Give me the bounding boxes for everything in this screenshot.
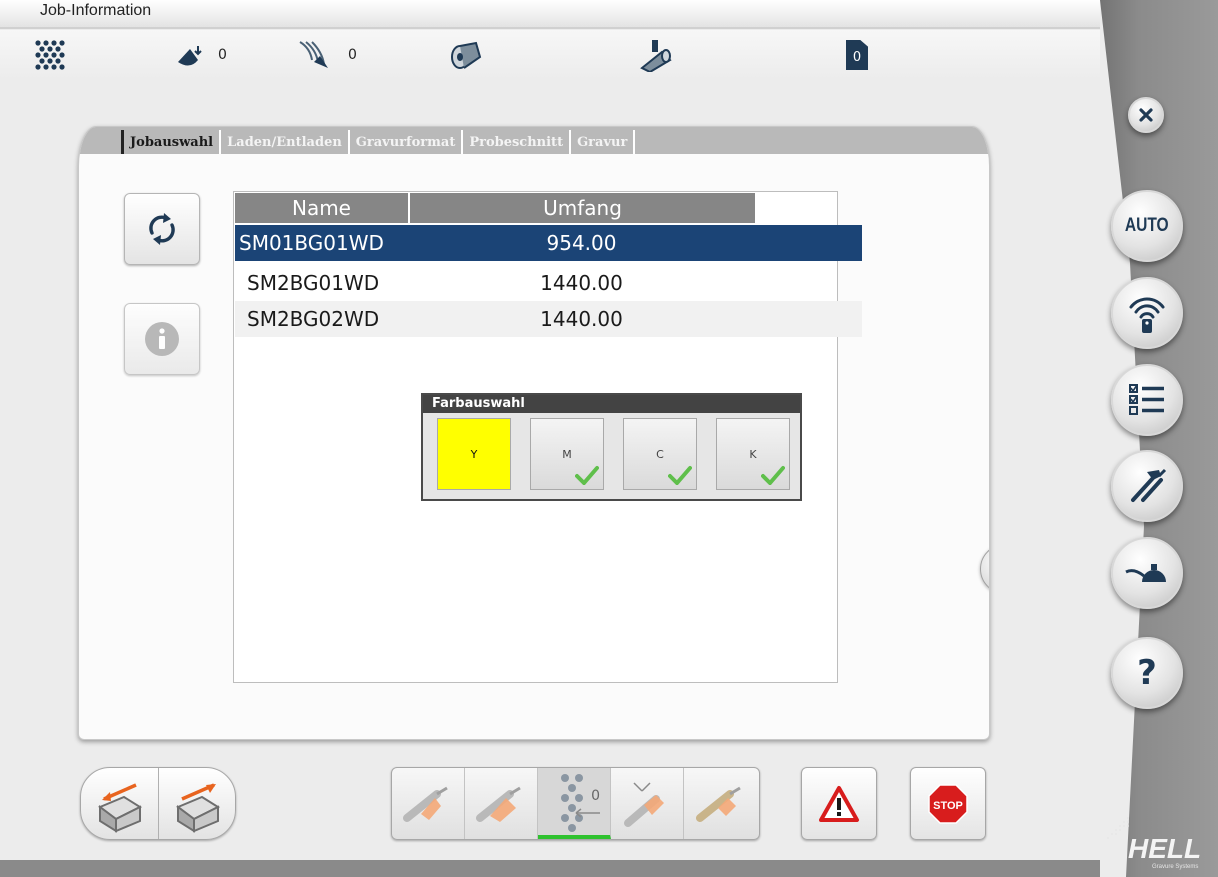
remote-button[interactable]	[1111, 277, 1183, 349]
table-row[interactable]: SM01BG01WD 954.00	[235, 225, 862, 261]
process-step-5[interactable]	[684, 768, 757, 839]
process-step-2[interactable]	[465, 768, 538, 839]
tools-icon	[1131, 468, 1167, 502]
stylus-cut-icon	[299, 41, 328, 68]
info-button[interactable]	[124, 303, 200, 375]
job-selection-panel: Jobauswahl Laden/Entladen Gravurformat P…	[78, 126, 990, 740]
process-step-3[interactable]: 0	[538, 768, 611, 839]
lubrication-button[interactable]	[1111, 537, 1183, 609]
job-umfang: 1440.00	[540, 307, 623, 331]
refresh-icon	[149, 213, 175, 245]
oil-can-icon	[1125, 564, 1166, 582]
screen-pattern-icon	[561, 773, 583, 832]
bottom-edge	[0, 860, 1100, 877]
tools-button[interactable]	[1111, 450, 1183, 522]
color-option-label: M	[562, 447, 572, 461]
process-counter: 0	[591, 788, 600, 804]
refresh-button[interactable]	[124, 193, 200, 265]
color-option-label: Y	[470, 447, 478, 461]
checklist-button[interactable]	[1111, 364, 1183, 436]
screen-pattern-icon	[34, 30, 68, 80]
column-header-umfang[interactable]: Umfang	[410, 193, 755, 223]
title-bar: Job-Information	[0, 0, 1100, 28]
tab-gravurformat[interactable]: Gravurformat	[347, 130, 462, 154]
color-option-m[interactable]: M	[530, 418, 604, 490]
job-name: SM2BG01WD	[247, 271, 380, 295]
header-divider	[408, 193, 410, 223]
load-cylinder-button[interactable]	[159, 768, 235, 839]
process-step-4[interactable]	[611, 768, 684, 839]
close-icon	[1139, 108, 1153, 122]
title-divider	[0, 27, 1100, 29]
tab-gravur[interactable]: Gravur	[569, 130, 636, 154]
tab-bar: Jobauswahl Laden/Entladen Gravurformat P…	[79, 127, 989, 154]
unload-cylinder-icon	[98, 782, 143, 833]
load-cylinder-icon	[176, 782, 221, 833]
auto-button[interactable]: AUTO	[1111, 190, 1183, 262]
checkmark-icon	[668, 466, 692, 485]
stop-label: STOP	[933, 800, 963, 812]
checkmark-icon	[575, 466, 599, 485]
stylus-value: 0	[348, 47, 357, 63]
close-button[interactable]	[1128, 97, 1164, 133]
color-option-k[interactable]: K	[716, 418, 790, 490]
job-umfang: 1440.00	[540, 271, 623, 295]
warning-button[interactable]	[801, 767, 877, 840]
job-name: SM01BG01WD	[239, 231, 384, 255]
cylinder-load-group	[80, 767, 236, 840]
status-bar: 0 0 0	[0, 30, 1100, 80]
table-row[interactable]: SM2BG02WD 1440.00	[235, 301, 862, 337]
stylus-status: 0	[296, 30, 357, 80]
process-steps-group: 0	[391, 767, 760, 840]
column-header-name[interactable]: Name	[235, 193, 408, 223]
finish-process-icon	[695, 786, 741, 822]
job-name: SM2BG02WD	[247, 307, 380, 331]
checkmark-icon	[761, 466, 785, 485]
table-row[interactable]: SM2BG01WD 1440.00	[235, 265, 862, 301]
tab-laden-entladen[interactable]: Laden/Entladen	[219, 130, 348, 154]
stop-icon: STOP	[928, 783, 968, 824]
checklist-icon	[1129, 384, 1164, 415]
ink-drop-status: 0	[176, 30, 227, 80]
cylinder-process-icon	[403, 786, 448, 822]
brand-logo: HELL	[1128, 833, 1202, 864]
color-option-c[interactable]: C	[623, 418, 697, 490]
warning-icon	[819, 785, 859, 822]
color-option-y[interactable]: Y	[437, 418, 511, 490]
tab-jobauswahl[interactable]: Jobauswahl	[121, 130, 219, 154]
window-title: Job-Information	[40, 2, 152, 19]
engraving-head-icon	[638, 30, 674, 80]
cylinder-icon	[448, 30, 484, 80]
stop-button[interactable]: STOP	[910, 767, 986, 840]
next-step-button[interactable]	[980, 544, 989, 594]
ink-drop-value: 0	[218, 47, 227, 63]
help-icon: ?	[1137, 653, 1157, 693]
remote-control-icon	[1129, 297, 1165, 333]
process-step-1[interactable]	[392, 768, 465, 839]
arrow-left-icon	[575, 808, 600, 818]
cylinder-process-icon	[476, 786, 521, 822]
document-counter-icon: 0	[846, 40, 868, 70]
tab-probeschnitt[interactable]: Probeschnitt	[461, 130, 569, 154]
cut-process-icon	[624, 781, 664, 827]
help-button[interactable]: ?	[1111, 637, 1183, 709]
color-option-label: C	[656, 447, 664, 461]
popup-title: Farbauswahl	[423, 395, 800, 413]
brand-tagline: Gravure Systems	[1152, 864, 1199, 870]
color-selection-popup: Farbauswahl Y M C K	[421, 393, 802, 501]
color-option-label: K	[749, 447, 757, 461]
auto-label: AUTO	[1125, 215, 1169, 236]
unload-cylinder-button[interactable]	[81, 768, 159, 839]
ink-drop-icon	[178, 46, 202, 66]
info-icon	[145, 322, 179, 356]
job-umfang: 954.00	[546, 231, 617, 255]
